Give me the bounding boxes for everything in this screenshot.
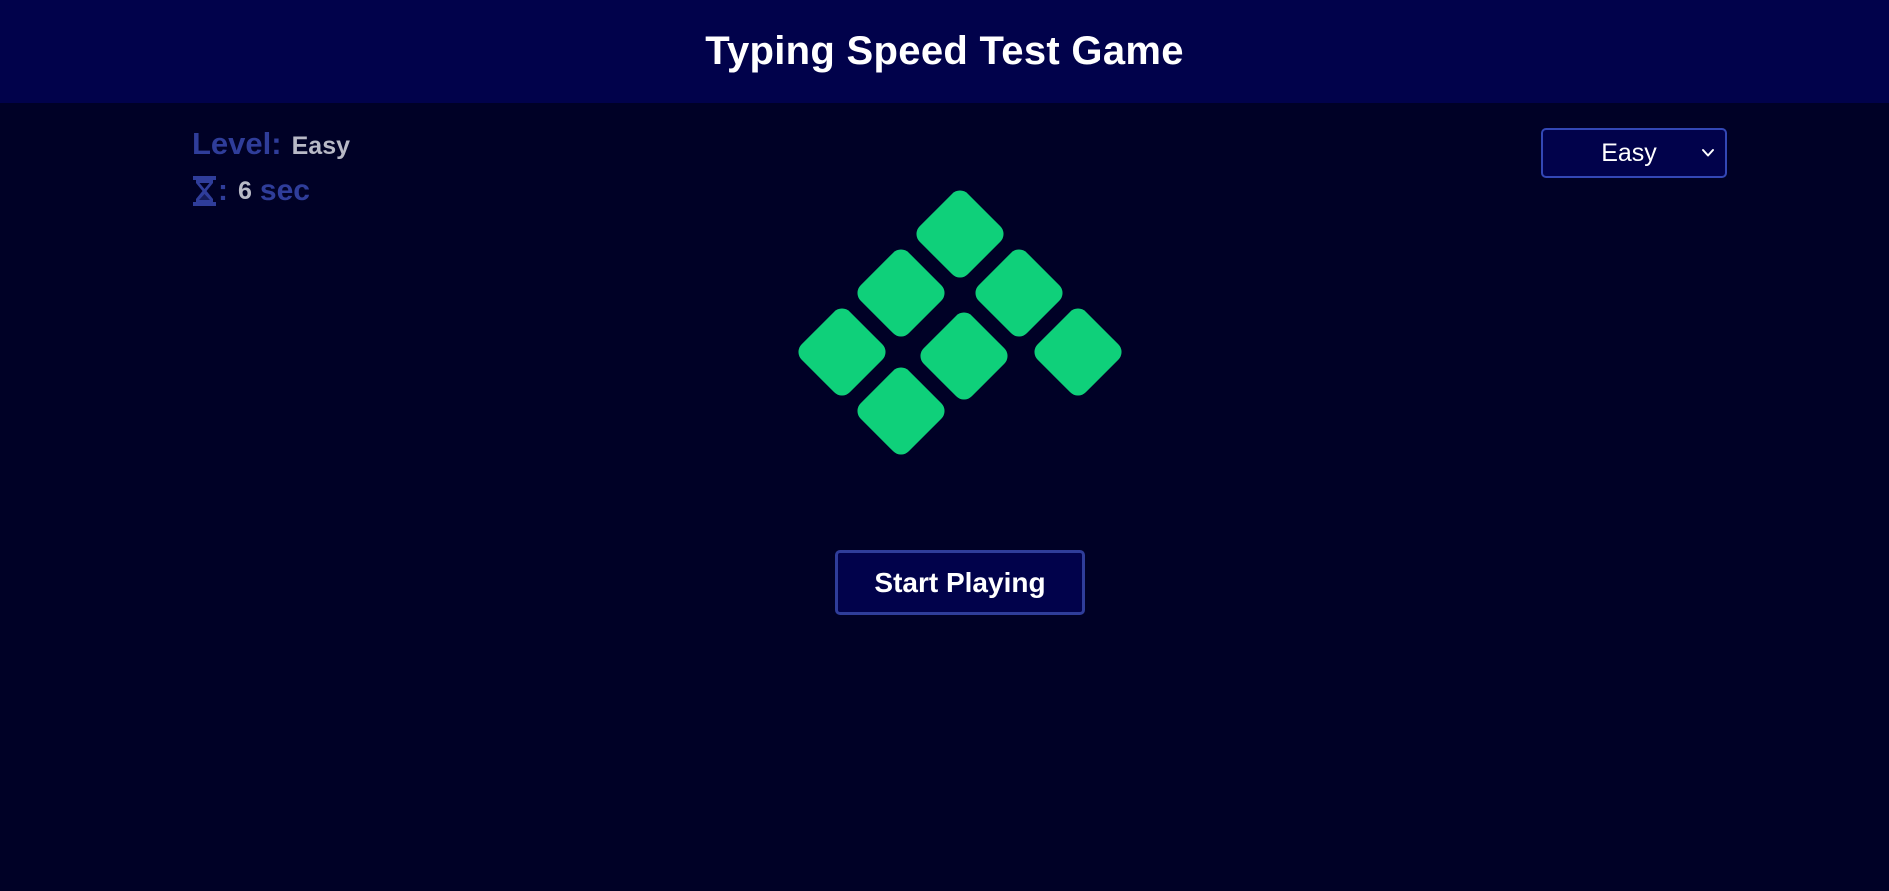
timer-indicator: : 6 sec xyxy=(192,174,310,208)
level-value: Easy xyxy=(291,132,350,160)
logo-tile xyxy=(798,308,886,396)
logo-tile xyxy=(857,367,945,455)
logo-tile xyxy=(975,249,1063,337)
level-label: Level: xyxy=(192,126,282,161)
chevron-down-icon xyxy=(1702,149,1714,157)
page-title: Typing Speed Test Game xyxy=(705,29,1184,73)
start-playing-button[interactable]: Start Playing xyxy=(835,550,1085,615)
difficulty-select[interactable]: Easy xyxy=(1541,128,1727,178)
logo-tile xyxy=(916,190,1004,278)
difficulty-select-value: Easy xyxy=(1601,138,1657,167)
level-indicator: Level: Easy xyxy=(192,126,350,162)
hourglass-icon xyxy=(192,175,217,207)
logo-tile xyxy=(1034,308,1122,396)
time-unit: sec xyxy=(259,174,310,207)
logo-tile xyxy=(857,249,945,337)
page-header: Typing Speed Test Game xyxy=(0,0,1889,103)
logo-tile xyxy=(920,312,1008,400)
time-value: 6 xyxy=(238,176,252,205)
timer-colon: : xyxy=(218,174,228,207)
